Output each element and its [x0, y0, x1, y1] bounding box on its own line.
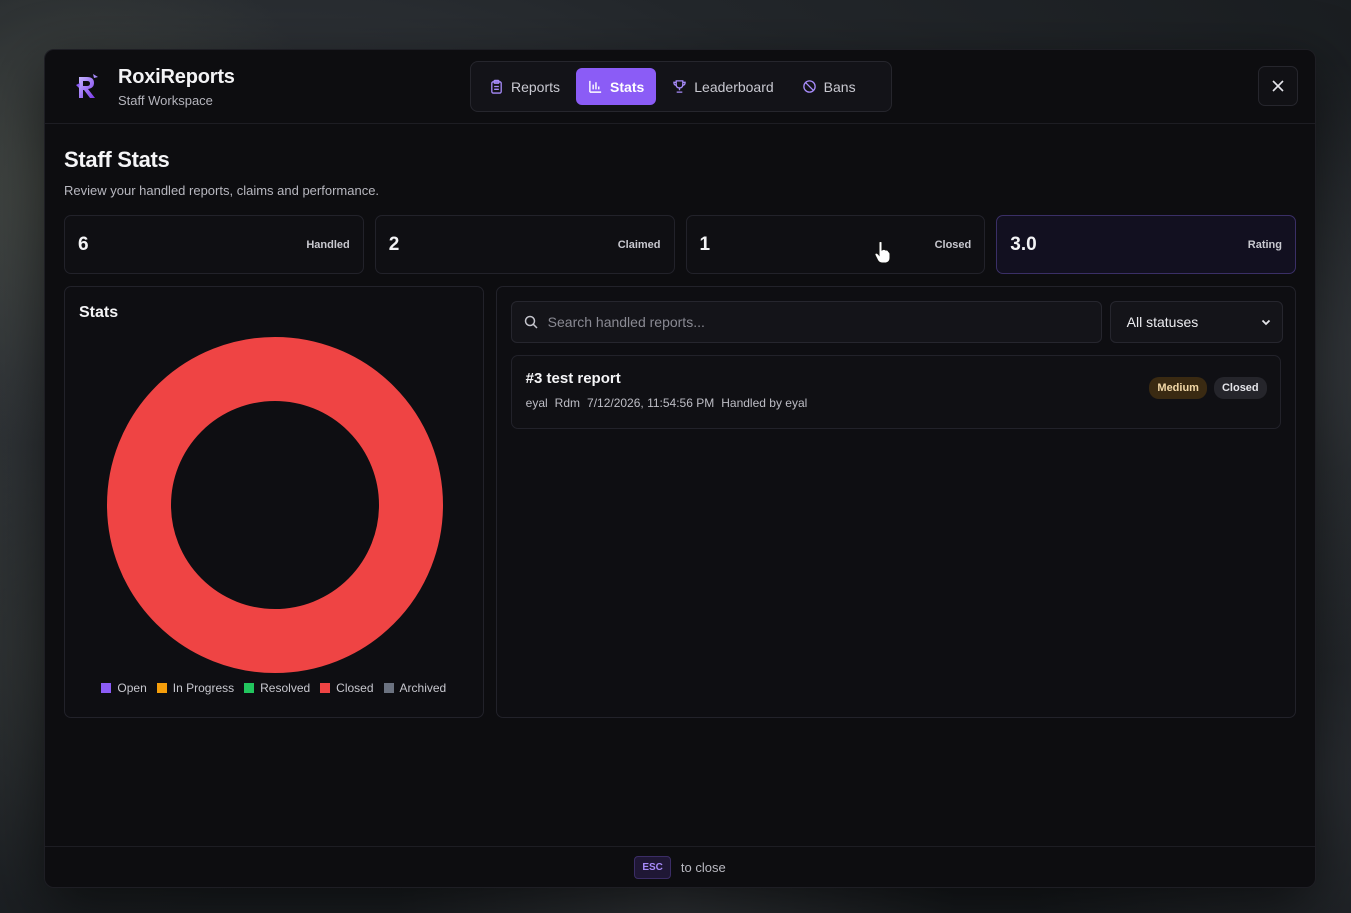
legend-swatch	[101, 683, 112, 693]
status-filter-select[interactable]: All statuses	[1109, 301, 1283, 343]
stat-value: 2	[388, 233, 400, 255]
chart-panel-title: Stats	[79, 304, 119, 321]
search-icon	[524, 315, 538, 329]
tab-stats[interactable]: Stats	[576, 68, 657, 105]
tab-label: Bans	[823, 78, 856, 95]
report-item[interactable]: #3 test report eyal Rdm 7/12/2026, 11:54…	[510, 355, 1281, 429]
chevron-down-icon	[1261, 319, 1270, 326]
tab-reports[interactable]: Reports	[477, 68, 572, 105]
ban-icon	[802, 80, 816, 93]
footer-text: to close	[680, 859, 726, 875]
search-box	[510, 301, 1102, 343]
legend-label: Closed	[336, 681, 374, 695]
stat-label: Closed	[934, 238, 972, 251]
panels: Stats Open In Progress Resolved Closed Archi…	[64, 286, 1296, 718]
stat-value: 6	[78, 233, 89, 255]
close-icon	[1272, 80, 1284, 92]
report-badges: Medium Closed	[1149, 377, 1267, 399]
report-player: eyal	[525, 396, 548, 410]
legend-item-archived: Archived	[383, 681, 447, 695]
legend-item-closed: Closed	[320, 681, 374, 695]
brand: RoxiReports Staff Workspace	[73, 66, 235, 108]
report-handler: Handled by eyal	[721, 396, 808, 410]
legend-swatch	[156, 683, 167, 693]
report-timestamp: 7/12/2026, 11:54:56 PM	[587, 396, 715, 410]
donut-chart	[107, 337, 443, 673]
legend-label: Archived	[399, 681, 447, 695]
legend-item-open: Open	[101, 681, 147, 695]
clipboard-icon	[491, 79, 502, 94]
tab-bans[interactable]: Bans	[790, 68, 868, 105]
app-subtitle: Staff Workspace	[118, 92, 213, 108]
stat-cards: 6 Handled 2 Claimed 1 Closed 3.0 Rating	[64, 215, 1296, 274]
staff-window: RoxiReports Staff Workspace Reports Stat…	[44, 49, 1316, 888]
donut-slice-closed	[107, 337, 443, 673]
page-description: Review your handled reports, claims and …	[64, 183, 380, 198]
handled-reports-panel: All statuses #3 test report eyal Rdm 7/1…	[495, 286, 1296, 718]
legend-swatch	[320, 683, 331, 693]
stat-label: Handled	[306, 238, 350, 251]
nav-tabs: Reports Stats Leaderboard Bans	[470, 61, 892, 112]
app-logo-icon	[76, 73, 98, 98]
tab-label: Reports	[511, 78, 561, 95]
stat-label: Rating	[1247, 238, 1282, 251]
bar-chart-icon	[589, 80, 602, 93]
app-title: RoxiReports	[118, 65, 235, 88]
legend-label: In Progress	[172, 681, 235, 695]
legend-swatch	[383, 683, 394, 693]
main-content: Staff Stats Review your handled reports,…	[45, 147, 1315, 718]
priority-badge: Medium	[1149, 377, 1207, 399]
status-badge: Closed	[1213, 377, 1267, 399]
stats-chart-panel: Stats Open In Progress Resolved Closed Archi…	[64, 286, 484, 718]
footer: ESC to close	[45, 846, 1315, 887]
search-input[interactable]	[547, 314, 1068, 330]
legend-item-resolved: Resolved	[244, 681, 310, 695]
stat-label: Claimed	[617, 238, 661, 251]
stat-value: 1	[699, 233, 711, 255]
close-button[interactable]	[1258, 66, 1298, 106]
stat-card-closed: 1 Closed	[685, 215, 986, 274]
legend-label: Resolved	[260, 681, 311, 695]
page-title: Staff Stats	[64, 147, 170, 172]
report-category: Rdm	[554, 396, 581, 410]
legend-item-in-progress: In Progress	[156, 681, 235, 695]
legend-swatch	[244, 683, 255, 693]
tab-label: Leaderboard	[694, 78, 774, 95]
stat-value: 3.0	[1010, 233, 1037, 255]
trophy-icon	[673, 80, 687, 93]
mouse-pointer-icon	[874, 241, 891, 264]
tab-label: Stats	[610, 78, 645, 95]
tab-leaderboard[interactable]: Leaderboard	[660, 68, 785, 105]
stat-card-rating: 3.0 Rating	[996, 215, 1296, 274]
chart-legend: Open In Progress Resolved Closed Archived	[65, 681, 483, 695]
legend-label: Open	[117, 681, 147, 695]
status-filter-value: All statuses	[1126, 314, 1199, 330]
top-bar: RoxiReports Staff Workspace Reports Stat…	[45, 50, 1315, 124]
esc-key-hint: ESC	[634, 855, 671, 879]
stat-card-claimed: 2 Claimed	[374, 215, 675, 274]
stat-card-handled: 6 Handled	[64, 215, 364, 274]
